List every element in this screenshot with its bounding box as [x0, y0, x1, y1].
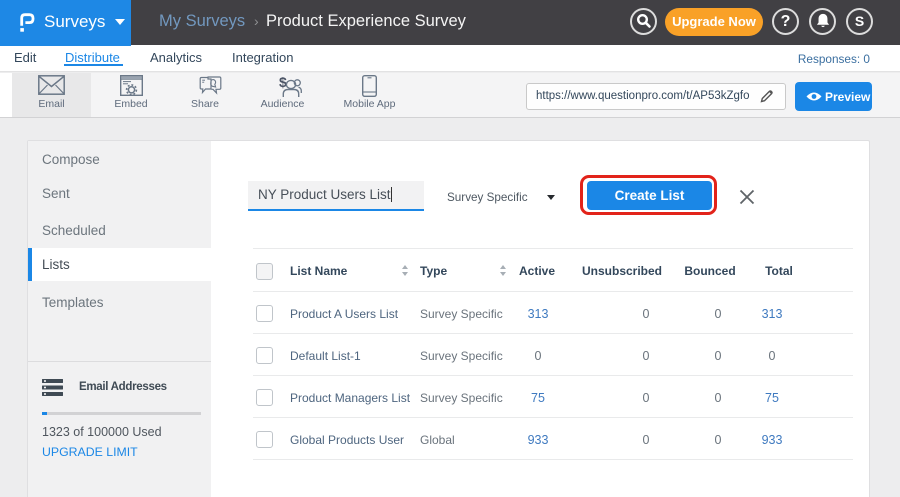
svg-text:$: $ [279, 74, 287, 90]
